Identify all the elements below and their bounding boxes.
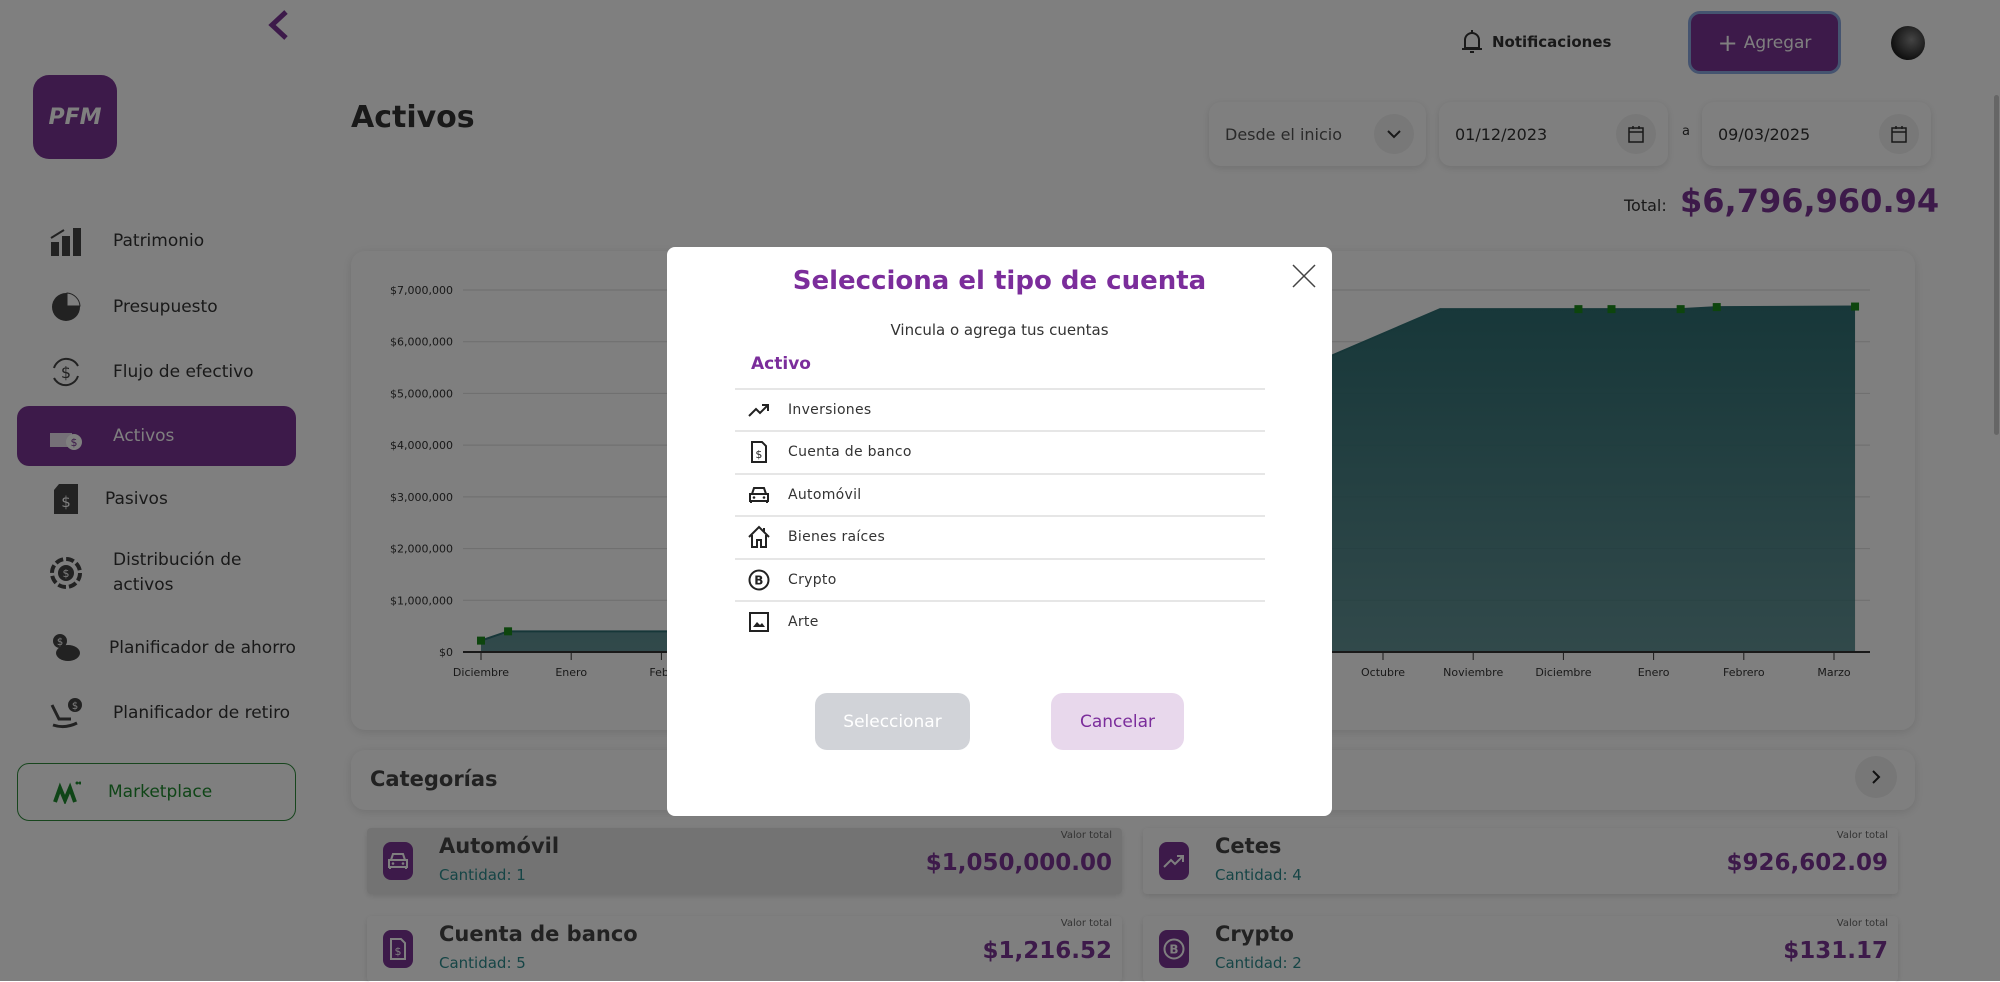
account-type-option[interactable]: B Crypto <box>735 557 1265 600</box>
section-label: Activo <box>751 354 811 374</box>
modal-subtitle: Vincula o agrega tus cuentas <box>890 321 1109 339</box>
trending-up-icon <box>747 398 771 422</box>
cancel-button[interactable]: Cancelar <box>1051 693 1184 750</box>
bank-doc-icon: $ <box>747 440 771 464</box>
select-button[interactable]: Seleccionar <box>815 693 970 750</box>
modal-title: Selecciona el tipo de cuenta <box>792 266 1207 296</box>
svg-text:$: $ <box>755 448 762 461</box>
account-type-option[interactable]: Arte <box>735 600 1265 642</box>
account-type-option[interactable]: Bienes raíces <box>735 515 1265 557</box>
house-icon <box>747 525 771 549</box>
image-icon <box>747 610 771 634</box>
account-type-option[interactable]: $ Cuenta de banco <box>735 430 1265 472</box>
car-icon <box>747 483 771 507</box>
account-type-option[interactable]: Automóvil <box>735 472 1265 515</box>
account-type-option[interactable]: Inversiones <box>735 388 1265 430</box>
close-button[interactable] <box>1291 263 1317 289</box>
svg-text:B: B <box>754 573 763 587</box>
close-icon <box>1292 264 1316 288</box>
bitcoin-icon: B <box>747 568 771 592</box>
account-type-modal: Selecciona el tipo de cuenta Vincula o a… <box>667 247 1332 816</box>
